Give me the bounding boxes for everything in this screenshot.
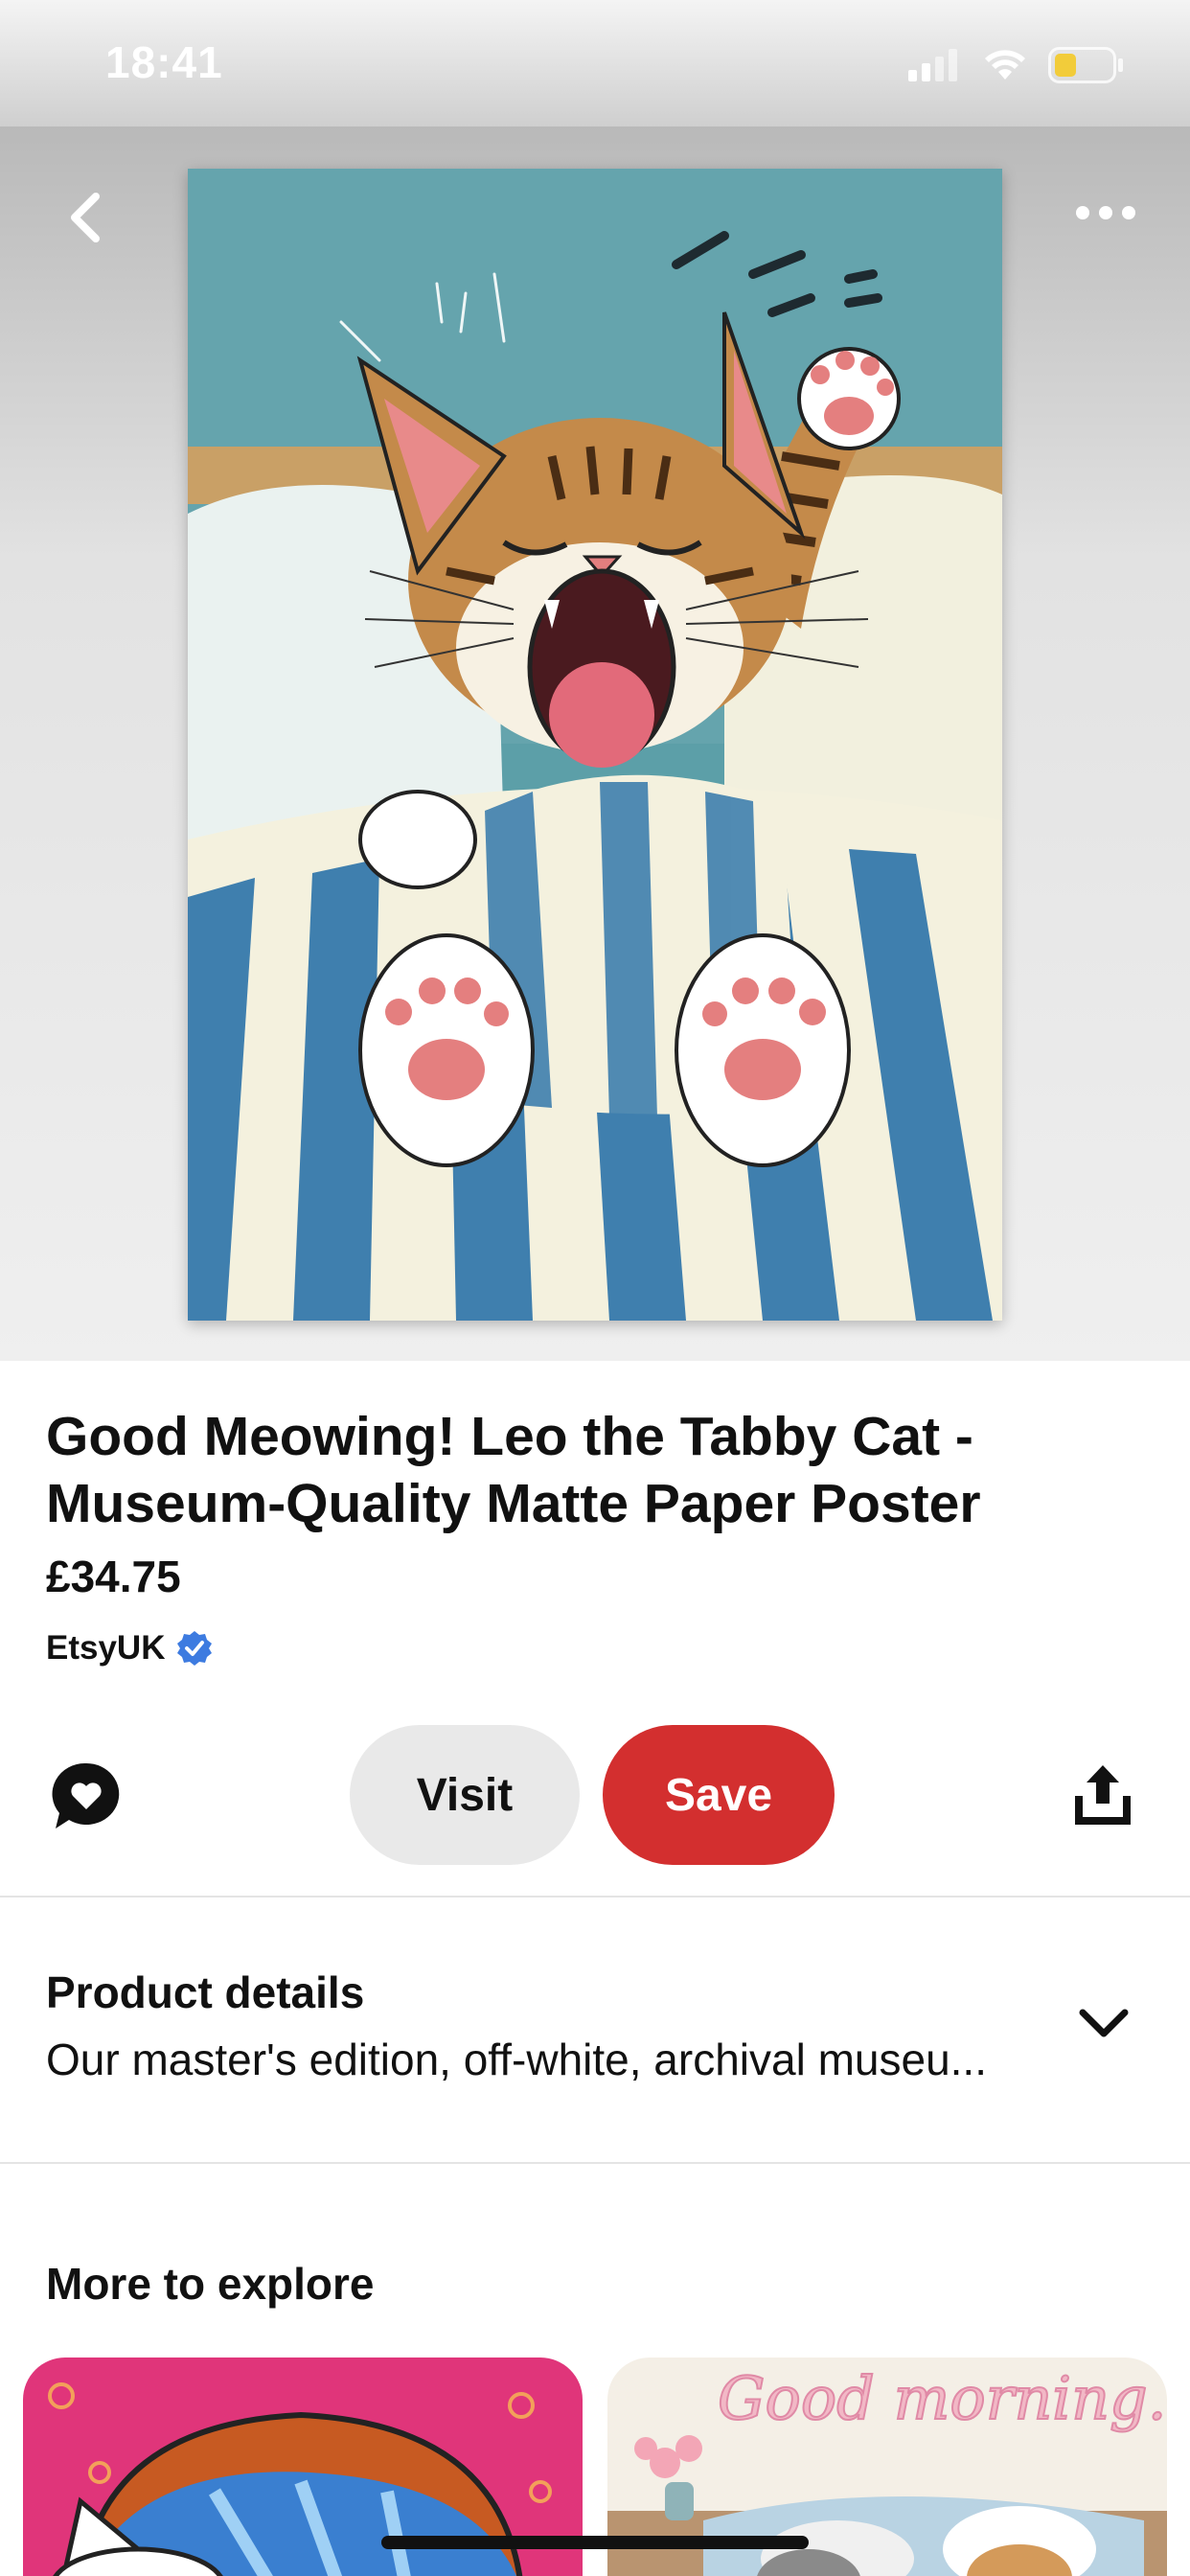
more-horizontal-icon bbox=[1076, 206, 1135, 219]
status-time: 18:41 bbox=[105, 37, 223, 87]
product-details-summary: Our master's edition, off-white, archiva… bbox=[46, 2035, 987, 2084]
verified-check-icon bbox=[177, 1631, 213, 1666]
save-button[interactable]: Save bbox=[603, 1725, 835, 1865]
pin-hero bbox=[0, 126, 1190, 1361]
back-button[interactable] bbox=[56, 184, 113, 251]
product-details-expand[interactable] bbox=[1075, 2003, 1133, 2045]
divider bbox=[0, 2162, 1190, 2164]
status-icons bbox=[908, 46, 1125, 84]
good-morning-text: Good morning. bbox=[717, 2362, 1167, 2434]
seller-name: EtsyUK bbox=[46, 1629, 166, 1667]
chevron-left-icon bbox=[71, 193, 100, 242]
seller-link[interactable]: EtsyUK bbox=[46, 1629, 213, 1668]
yawning-cat-illustration bbox=[188, 169, 1002, 1321]
battery-icon bbox=[1048, 47, 1123, 83]
home-indicator bbox=[381, 2536, 809, 2549]
pin-price: £34.75 bbox=[46, 1552, 181, 1601]
cellular-signal-icon bbox=[908, 49, 957, 81]
divider bbox=[0, 1896, 1190, 1898]
share-upload-icon bbox=[1075, 1765, 1131, 1825]
pin-title: Good Meowing! Leo the Tabby Cat - Museum… bbox=[46, 1406, 981, 1534]
comment-heart-icon bbox=[52, 1762, 120, 1828]
visit-button[interactable]: Visit bbox=[350, 1725, 580, 1865]
wifi-icon bbox=[985, 50, 1025, 80]
product-details-heading: Product details bbox=[46, 1967, 365, 2017]
more-to-explore-heading: More to explore bbox=[46, 2259, 375, 2309]
comment-button[interactable] bbox=[50, 1760, 123, 1832]
more-options-button[interactable] bbox=[1067, 194, 1144, 232]
status-bar: 18:41 bbox=[0, 0, 1190, 126]
pin-image[interactable] bbox=[188, 169, 1002, 1321]
share-button[interactable] bbox=[1069, 1761, 1136, 1828]
chevron-down-icon bbox=[1079, 2009, 1129, 2037]
